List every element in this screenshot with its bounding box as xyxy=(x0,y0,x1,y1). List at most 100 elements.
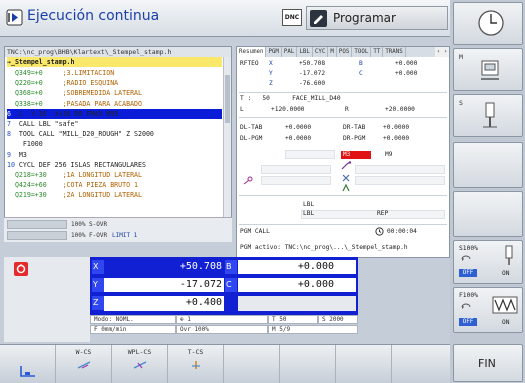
title-bar: Ejecución continua DNC Programar xyxy=(0,0,450,37)
program-line[interactable]: 6 L Y-30 X+30 R0 FMAX M99 xyxy=(7,108,222,119)
key-icon xyxy=(243,176,253,187)
reference-icon: ⊕ xyxy=(180,316,184,323)
softkey-8[interactable] xyxy=(392,345,450,383)
s-button[interactable]: S xyxy=(453,94,523,137)
dltab-value: +0.0000 xyxy=(285,124,312,131)
program-line[interactable]: Q349=+0 ;3.LIMITACION xyxy=(7,68,222,78)
limit-text: LIMIT 1 xyxy=(112,232,138,239)
tab-pgm[interactable]: PGM xyxy=(266,47,282,57)
spindle-override-button[interactable]: S100% OFF ON xyxy=(453,240,523,284)
mode-bar: Modo: NOML. ⊕ 1 T 50 S 2000 F 0mm/min Ov… xyxy=(90,315,358,342)
override-area: 100% S-OVR 100% F-OVR LIMIT 1 xyxy=(4,217,232,242)
feed-override-text: 100% F-OVR xyxy=(71,232,108,239)
drpgm-value: +0.0000 xyxy=(383,135,410,142)
line-text: Q220=+0 ;RADIO ESQUINA xyxy=(7,79,119,88)
program-line[interactable]: Q220=+0 ;RADIO ESQUINA xyxy=(7,78,222,88)
program-line[interactable]: Q219=+30 ;2A LONGITUD LATERAL xyxy=(7,190,222,200)
f100-label: F100% xyxy=(459,292,478,299)
s100-label: S100% xyxy=(459,245,478,252)
dltab-label: DL-TAB xyxy=(240,124,263,131)
tab-resumen[interactable]: Resumen xyxy=(237,47,267,57)
status-y-value: -17.072 xyxy=(299,70,326,77)
feed-override-button[interactable]: F100% OFF ON xyxy=(453,287,523,333)
edit-icon xyxy=(310,10,327,27)
status-b-label: B xyxy=(359,60,363,67)
sidebar-empty-2[interactable] xyxy=(453,191,523,237)
lbl-label-1: LBL xyxy=(303,201,315,208)
softkey-wplcs[interactable]: WPL-CS xyxy=(112,345,168,383)
program-line[interactable]: 8 TOOL CALL "MILL_D20_ROUGH" Z S2000 xyxy=(7,129,222,139)
tab-lbl[interactable]: LBL xyxy=(297,47,313,57)
reference-value: 1 xyxy=(187,316,191,323)
workpiece-icon xyxy=(19,366,35,377)
softkey-tcs[interactable]: T-CS xyxy=(168,345,224,383)
spindle-override-text: 100% S-OVR xyxy=(71,221,108,228)
line-text: CALL LBL "safe" xyxy=(10,120,79,128)
s-off-tag: OFF xyxy=(459,269,477,277)
program-path: TNC:\nc_prog\BHB\Klartext\_Stempel_stamp… xyxy=(5,47,231,57)
spindle-override-bar xyxy=(7,220,67,229)
m-function-field: M 5/9 xyxy=(268,325,358,334)
tool-icon xyxy=(505,245,513,265)
tab-cyc[interactable]: CYC xyxy=(313,47,329,57)
program-file-header[interactable]: →_Stempel_stamp.h xyxy=(7,57,222,68)
program-line[interactable]: 7 CALL LBL "safe" xyxy=(7,119,222,129)
program-line[interactable]: Q338=+0 ;PASADA PARA ACABADO xyxy=(7,99,222,109)
softkey-5[interactable] xyxy=(224,345,280,383)
program-line[interactable]: F1000 xyxy=(7,139,222,149)
program-line[interactable]: Q368=+0 ;SOBREMEDIDA LATERAL xyxy=(7,88,222,98)
m-button[interactable]: M xyxy=(453,48,523,91)
program-scrollbar[interactable] xyxy=(223,57,231,233)
run-time: 00:00:04 xyxy=(387,228,417,235)
drpgm-label: DR-PGM xyxy=(343,135,366,142)
feed-field: F 0mm/min xyxy=(90,325,176,334)
line-text: TOOL CALL "MILL_D20_ROUGH" Z S2000 xyxy=(10,130,154,139)
m9-label: M9 xyxy=(385,151,393,158)
softkey-7[interactable] xyxy=(336,345,392,383)
tab-tool[interactable]: TOOL xyxy=(352,47,372,57)
probe-icon xyxy=(341,161,353,173)
tab-scroll-arrows[interactable]: ‹ › xyxy=(435,47,449,57)
pgm-active: PGM activo: TNC:\nc_prog\...\_Stempel_st… xyxy=(240,244,408,251)
ovr-field: Ovr 100% xyxy=(176,325,268,334)
modo-field: Modo: NOML. xyxy=(90,315,176,324)
program-line[interactable]: Q424=+60 ;COTA PIEZA BRUTO 1 xyxy=(7,180,222,190)
tcs-icon xyxy=(191,361,200,369)
lbl-label-2: LBL xyxy=(303,210,315,217)
spindle-rotate-icon xyxy=(461,255,471,261)
programming-mode-button[interactable]: Programar xyxy=(306,6,448,30)
machine-icon xyxy=(481,60,499,80)
line-number: 10 xyxy=(7,160,15,169)
clock-button[interactable] xyxy=(453,2,523,45)
softkey-wcs[interactable]: W-CS xyxy=(56,345,112,383)
softkey-1[interactable] xyxy=(0,345,56,383)
tool-l-value: +120.0000 xyxy=(271,106,305,113)
program-line[interactable]: 10 CYCL DEF 256 ISLAS RECTANGULARES xyxy=(7,160,222,170)
machine-sidebar: M S S100% OFF ON F100% OFF ON FIN xyxy=(450,0,525,383)
spindle-icon xyxy=(483,102,497,128)
tab-tt[interactable]: TT xyxy=(371,47,384,57)
fin-button[interactable]: FIN xyxy=(453,344,523,382)
softkey-tcs-label: T-CS xyxy=(187,348,204,356)
m3-label: M3 xyxy=(343,151,351,158)
softkey-6[interactable] xyxy=(280,345,336,383)
line-text: Q218=+30 ;1A LONGITUD LATERAL xyxy=(7,171,142,179)
clock-icon xyxy=(478,10,504,36)
program-line[interactable]: 9 M3 xyxy=(7,150,222,160)
line-text: Q338=+0 ;PASADA PARA ACABADO xyxy=(7,99,142,108)
pgm-call-label: PGM CALL xyxy=(240,228,270,235)
tab-pal[interactable]: PAL xyxy=(282,47,298,57)
dnc-icon[interactable]: DNC xyxy=(282,9,302,26)
tnc-screen: Ejecución continua DNC Programar TNC:\nc… xyxy=(0,0,525,383)
tab-m[interactable]: M xyxy=(328,47,337,57)
tool-l-label: L xyxy=(240,106,244,113)
line-text: Q219=+30 ;2A LONGITUD LATERAL xyxy=(7,191,142,200)
sidebar-empty-1[interactable] xyxy=(453,142,523,188)
tab-pos[interactable]: POS xyxy=(337,47,353,57)
pos-b-value: +0.000 xyxy=(297,261,334,272)
f-on-tag: ON xyxy=(502,319,510,326)
program-line[interactable]: Q218=+30 ;1A LONGITUD LATERAL xyxy=(7,170,222,180)
tool-field: T 50 xyxy=(268,315,318,324)
clock-icon xyxy=(375,227,384,238)
tab-trans[interactable]: TRANS xyxy=(383,47,406,57)
